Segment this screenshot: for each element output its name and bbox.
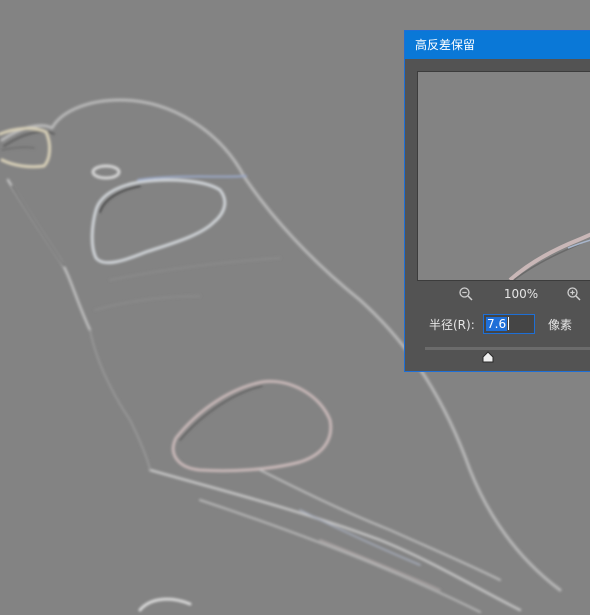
preview-image [418, 72, 590, 280]
high-pass-dialog: 高反差保留 100% 半径(R): 7.6 像素 [404, 30, 590, 372]
radius-slider-thumb[interactable] [482, 351, 494, 363]
preview-area[interactable] [417, 71, 590, 281]
zoom-in-icon[interactable] [566, 286, 582, 302]
zoom-level: 100% [503, 287, 539, 301]
zoom-out-icon[interactable] [458, 286, 474, 302]
text-caret [508, 317, 510, 330]
radius-input[interactable]: 7.6 [483, 314, 535, 334]
unit-label: 像素 [548, 318, 573, 332]
radius-value: 7.6 [486, 317, 508, 331]
radius-label: 半径(R): [429, 318, 475, 332]
radius-slider-track[interactable] [425, 347, 590, 350]
dialog-title[interactable]: 高反差保留 [405, 31, 590, 59]
